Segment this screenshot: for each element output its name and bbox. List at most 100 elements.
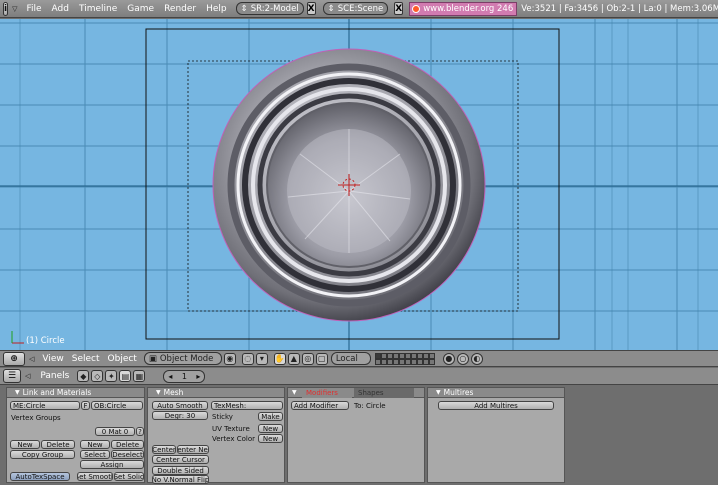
set-smooth-button[interactable]: Set Smooth	[77, 472, 113, 481]
hand-manipulator-icon[interactable]: ✋	[273, 352, 286, 365]
scene-stats: Ve:3521 | Fa:3456 | Ob:2-1 | La:0 | Mem:…	[521, 3, 718, 14]
axis-gizmo	[11, 331, 24, 344]
fake-user-button[interactable]: F	[81, 401, 90, 410]
set-solid-button[interactable]: Set Solid	[114, 472, 144, 481]
rotate-manipulator-icon[interactable]: ◎	[301, 352, 314, 365]
material-select-button[interactable]: Select	[80, 450, 110, 459]
collapse-triangle-icon[interactable]: ▽	[12, 5, 17, 13]
menu-view[interactable]: View	[42, 354, 63, 364]
autotexspace-toggle[interactable]: AutoTexSpace	[10, 472, 70, 481]
panel-multires-header[interactable]: ▼ Multires	[428, 388, 564, 398]
tab-shapes[interactable]: Shapes	[354, 388, 414, 398]
occlusion-icon[interactable]: ○	[456, 352, 469, 365]
panel-page-control[interactable]: ◂ 1 ▸	[163, 369, 206, 383]
info-header: i ▽ File Add Timeline Game Render Help ⇕…	[0, 0, 718, 18]
tab-modifiers[interactable]: Modifiers	[302, 388, 352, 398]
lock-layers-icon[interactable]: ●	[442, 352, 455, 365]
panel-link-materials-header[interactable]: ▼ Link and Materials	[7, 388, 144, 398]
panel-modifiers-collapse-icon[interactable]: ▼	[292, 389, 297, 396]
vertex-color-label: Vertex Color	[212, 435, 256, 443]
menu-add[interactable]: Add	[52, 4, 69, 14]
center-new-button[interactable]: Center New	[177, 445, 209, 454]
double-sided-toggle[interactable]: Double Sided	[152, 466, 209, 475]
menu-help[interactable]: Help	[206, 4, 227, 14]
texmesh-field[interactable]: TexMesh:	[211, 401, 283, 410]
delete-scene-button[interactable]: X	[394, 2, 404, 15]
sticky-label: Sticky	[212, 413, 233, 421]
panel-mesh-header[interactable]: ▼ Mesh	[148, 388, 284, 398]
pivot-dropdown-icon[interactable]: ▾	[255, 352, 268, 365]
sticky-make-button[interactable]: Make	[258, 412, 283, 421]
buttons-panels: ▼ Link and Materials ME:Circle F OB:Circ…	[0, 385, 718, 485]
scale-manipulator-icon[interactable]: ▢	[315, 352, 328, 365]
active-object-label: (1) Circle	[26, 336, 65, 346]
panel-multires: ▼ Multires Add Multires	[427, 387, 565, 483]
menu-game[interactable]: Game	[127, 4, 154, 14]
3d-viewport[interactable]: (1) Circle	[0, 19, 718, 350]
modifier-target-label: To: Circle	[354, 402, 386, 410]
screen-selector-arrows-icon: ⇕	[240, 3, 248, 14]
auto-smooth-toggle[interactable]: Auto Smooth	[152, 401, 208, 410]
no-vnormal-flip-toggle[interactable]: No V.Normal Flip	[152, 475, 209, 484]
mode-dropdown[interactable]: ▣ Object Mode	[143, 352, 222, 365]
vgroup-delete-button[interactable]: Delete	[41, 440, 75, 449]
render-preview-icon[interactable]: ◐	[470, 352, 483, 365]
material-deselect-button[interactable]: Deselect	[111, 450, 144, 459]
pivot-icon[interactable]: ◌	[241, 352, 254, 365]
layer-buttons[interactable]	[374, 352, 439, 365]
material-delete-button[interactable]: Delete	[111, 440, 144, 449]
panel-modifiers: ▼ Modifiers Shapes Add Modifier To: Circ…	[287, 387, 425, 483]
menu-object[interactable]: Object	[108, 354, 137, 364]
info-icon[interactable]: i	[3, 1, 9, 16]
add-multires-button[interactable]: Add Multires	[438, 401, 554, 410]
delete-screen-button[interactable]: X	[306, 2, 316, 15]
material-new-button[interactable]: New	[80, 440, 110, 449]
center-button[interactable]: Center	[152, 445, 176, 454]
view-header-collapse-icon[interactable]: ◁	[29, 355, 34, 363]
panel-multires-collapse-icon: ▼	[436, 389, 441, 396]
blender-url: www.blender.org 246	[423, 3, 514, 14]
orientation-label: Local	[335, 353, 358, 364]
object-name-field[interactable]: OB:Circle	[91, 401, 143, 410]
scene-selector[interactable]: ⇕ SCE:Scene	[322, 2, 389, 15]
menu-timeline[interactable]: Timeline	[79, 4, 117, 14]
draw-type-icon[interactable]: ◉	[223, 352, 236, 365]
vertex-groups-label: Vertex Groups	[11, 414, 61, 422]
uv-texture-new-button[interactable]: New	[258, 424, 283, 433]
add-modifier-dropdown[interactable]: Add Modifier	[291, 401, 349, 410]
page-next-icon[interactable]: ▸	[196, 372, 200, 381]
logic-context-icon[interactable]: ◆	[77, 370, 90, 382]
blender-url-link[interactable]: www.blender.org 246	[409, 1, 518, 16]
page-prev-icon[interactable]: ◂	[168, 372, 172, 381]
scene-selector-arrows-icon: ⇕	[327, 3, 335, 14]
center-cursor-button[interactable]: Center Cursor	[152, 455, 209, 464]
buttons-window-header: ☰ ◁ Panels ◆ ◇ ✦ ▤ ▦ ◂ 1 ▸	[0, 368, 718, 385]
menu-select[interactable]: Select	[72, 354, 100, 364]
translate-manipulator-icon[interactable]: ▲	[287, 352, 300, 365]
material-help-button[interactable]: ?	[136, 427, 144, 436]
mesh-name-field[interactable]: ME:Circle	[10, 401, 80, 410]
orientation-dropdown[interactable]: Local	[330, 352, 371, 365]
smooth-degree-field[interactable]: Degr: 30	[152, 411, 208, 420]
screen-selector[interactable]: ⇕ SR:2-Model	[235, 2, 304, 15]
buttons-window-type-icon[interactable]: ☰	[3, 369, 21, 383]
shading-context-icon[interactable]: ◇	[91, 370, 104, 382]
copy-group-button[interactable]: Copy Group	[10, 450, 75, 459]
menu-render[interactable]: Render	[164, 4, 196, 14]
scene-context-icon[interactable]: ▦	[133, 370, 146, 382]
vertex-color-new-button[interactable]: New	[258, 434, 283, 443]
buttons-header-collapse-icon[interactable]: ◁	[25, 372, 30, 380]
3d-view-header: ⊕ ◁ View Select Object ▣ Object Mode ◉ ◌…	[0, 350, 718, 367]
object-context-icon[interactable]: ✦	[105, 370, 118, 382]
material-index-counter[interactable]: 0 Mat 0	[95, 427, 135, 436]
vgroup-new-button[interactable]: New	[10, 440, 40, 449]
page-number: 1	[181, 371, 187, 381]
panel-modifiers-header: ▼ Modifiers Shapes	[288, 388, 424, 398]
menu-file[interactable]: File	[26, 4, 41, 14]
material-assign-button[interactable]: Assign	[80, 460, 144, 469]
editing-context-icon[interactable]: ▤	[119, 370, 132, 382]
mode-cube-icon: ▣	[148, 353, 157, 364]
uv-texture-label: UV Texture	[212, 425, 250, 433]
view3d-window-type-icon[interactable]: ⊕	[3, 351, 25, 366]
panel-mesh-title: Mesh	[163, 388, 184, 397]
